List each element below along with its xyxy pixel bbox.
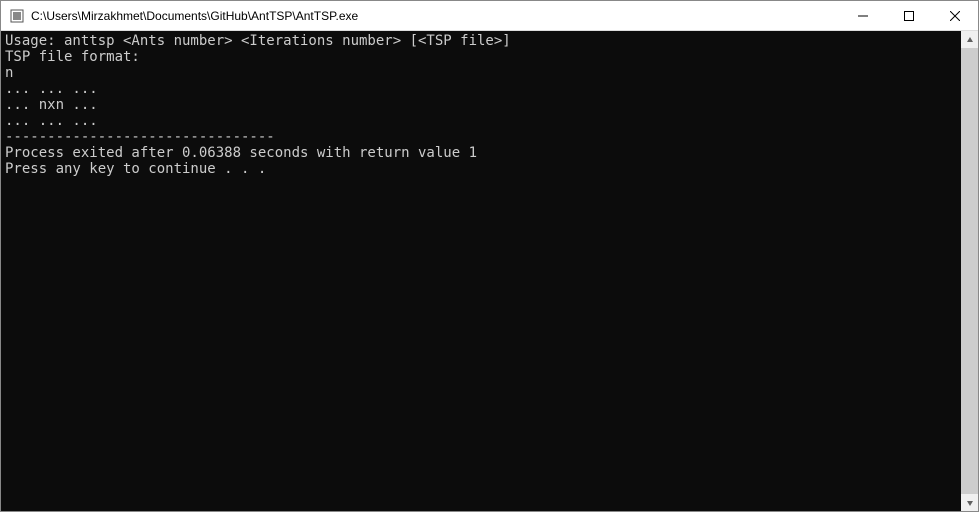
vertical-scrollbar[interactable] xyxy=(961,31,978,511)
app-icon xyxy=(9,8,25,24)
close-button[interactable] xyxy=(932,1,978,30)
console-area[interactable]: Usage: anttsp <Ants number> <Iterations … xyxy=(1,31,978,511)
minimize-button[interactable] xyxy=(840,1,886,30)
scroll-down-icon[interactable] xyxy=(961,494,978,511)
titlebar: C:\Users\Mirzakhmet\Documents\GitHub\Ant… xyxy=(1,1,978,31)
maximize-button[interactable] xyxy=(886,1,932,30)
window-controls xyxy=(840,1,978,30)
console-output: Usage: anttsp <Ants number> <Iterations … xyxy=(1,31,961,511)
window-title: C:\Users\Mirzakhmet\Documents\GitHub\Ant… xyxy=(31,9,840,23)
scroll-thumb[interactable] xyxy=(961,48,978,494)
scroll-track[interactable] xyxy=(961,48,978,494)
scroll-up-icon[interactable] xyxy=(961,31,978,48)
